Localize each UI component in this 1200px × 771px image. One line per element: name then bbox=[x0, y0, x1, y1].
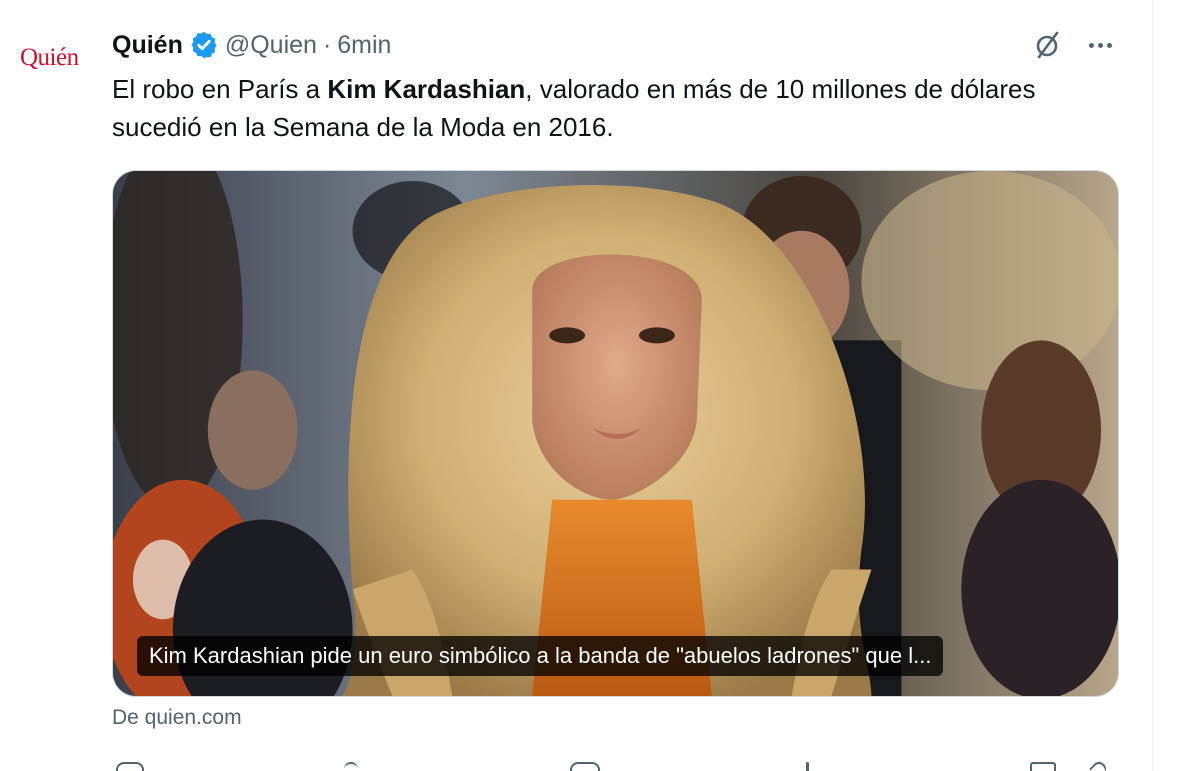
card-title[interactable]: Kim Kardashian pide un euro simbólico a … bbox=[137, 636, 944, 676]
repost-icon[interactable] bbox=[344, 762, 358, 771]
tweet-text-bold: Kim Kardashian bbox=[327, 74, 526, 104]
avatar[interactable]: Quién bbox=[20, 44, 96, 84]
tweet-actions bbox=[112, 758, 1122, 771]
more-dot-icon bbox=[1097, 42, 1103, 48]
timeline-right-border bbox=[1152, 0, 1153, 771]
bookmark-icon[interactable] bbox=[1030, 762, 1056, 771]
views-icon[interactable] bbox=[806, 762, 809, 771]
more-options-icon[interactable] bbox=[1082, 30, 1118, 60]
separator-dot: · bbox=[322, 30, 332, 59]
tweet-text: El robo en París a Kim Kardashian, valor… bbox=[112, 70, 1112, 146]
reply-icon[interactable] bbox=[116, 762, 144, 771]
share-icon[interactable] bbox=[1089, 759, 1109, 771]
card-photo bbox=[113, 171, 1118, 696]
tweet-text-part: El robo en París a bbox=[112, 74, 328, 104]
more-dot-icon bbox=[1088, 42, 1094, 48]
grok-icon[interactable] bbox=[1032, 28, 1064, 62]
like-icon[interactable] bbox=[570, 762, 600, 771]
display-name[interactable]: Quién bbox=[112, 31, 183, 60]
avatar-logo-text: Quién bbox=[20, 44, 79, 71]
handle[interactable]: @Quien bbox=[225, 31, 317, 60]
more-dot-icon bbox=[1106, 42, 1112, 48]
card-source[interactable]: De quien.com bbox=[112, 706, 242, 730]
verified-badge-icon[interactable] bbox=[189, 30, 219, 60]
link-card[interactable]: Kim Kardashian pide un euro simbólico a … bbox=[112, 170, 1119, 697]
tweet-header: Quién @Quien · 6min bbox=[112, 28, 391, 62]
timestamp[interactable]: 6min bbox=[337, 31, 391, 60]
